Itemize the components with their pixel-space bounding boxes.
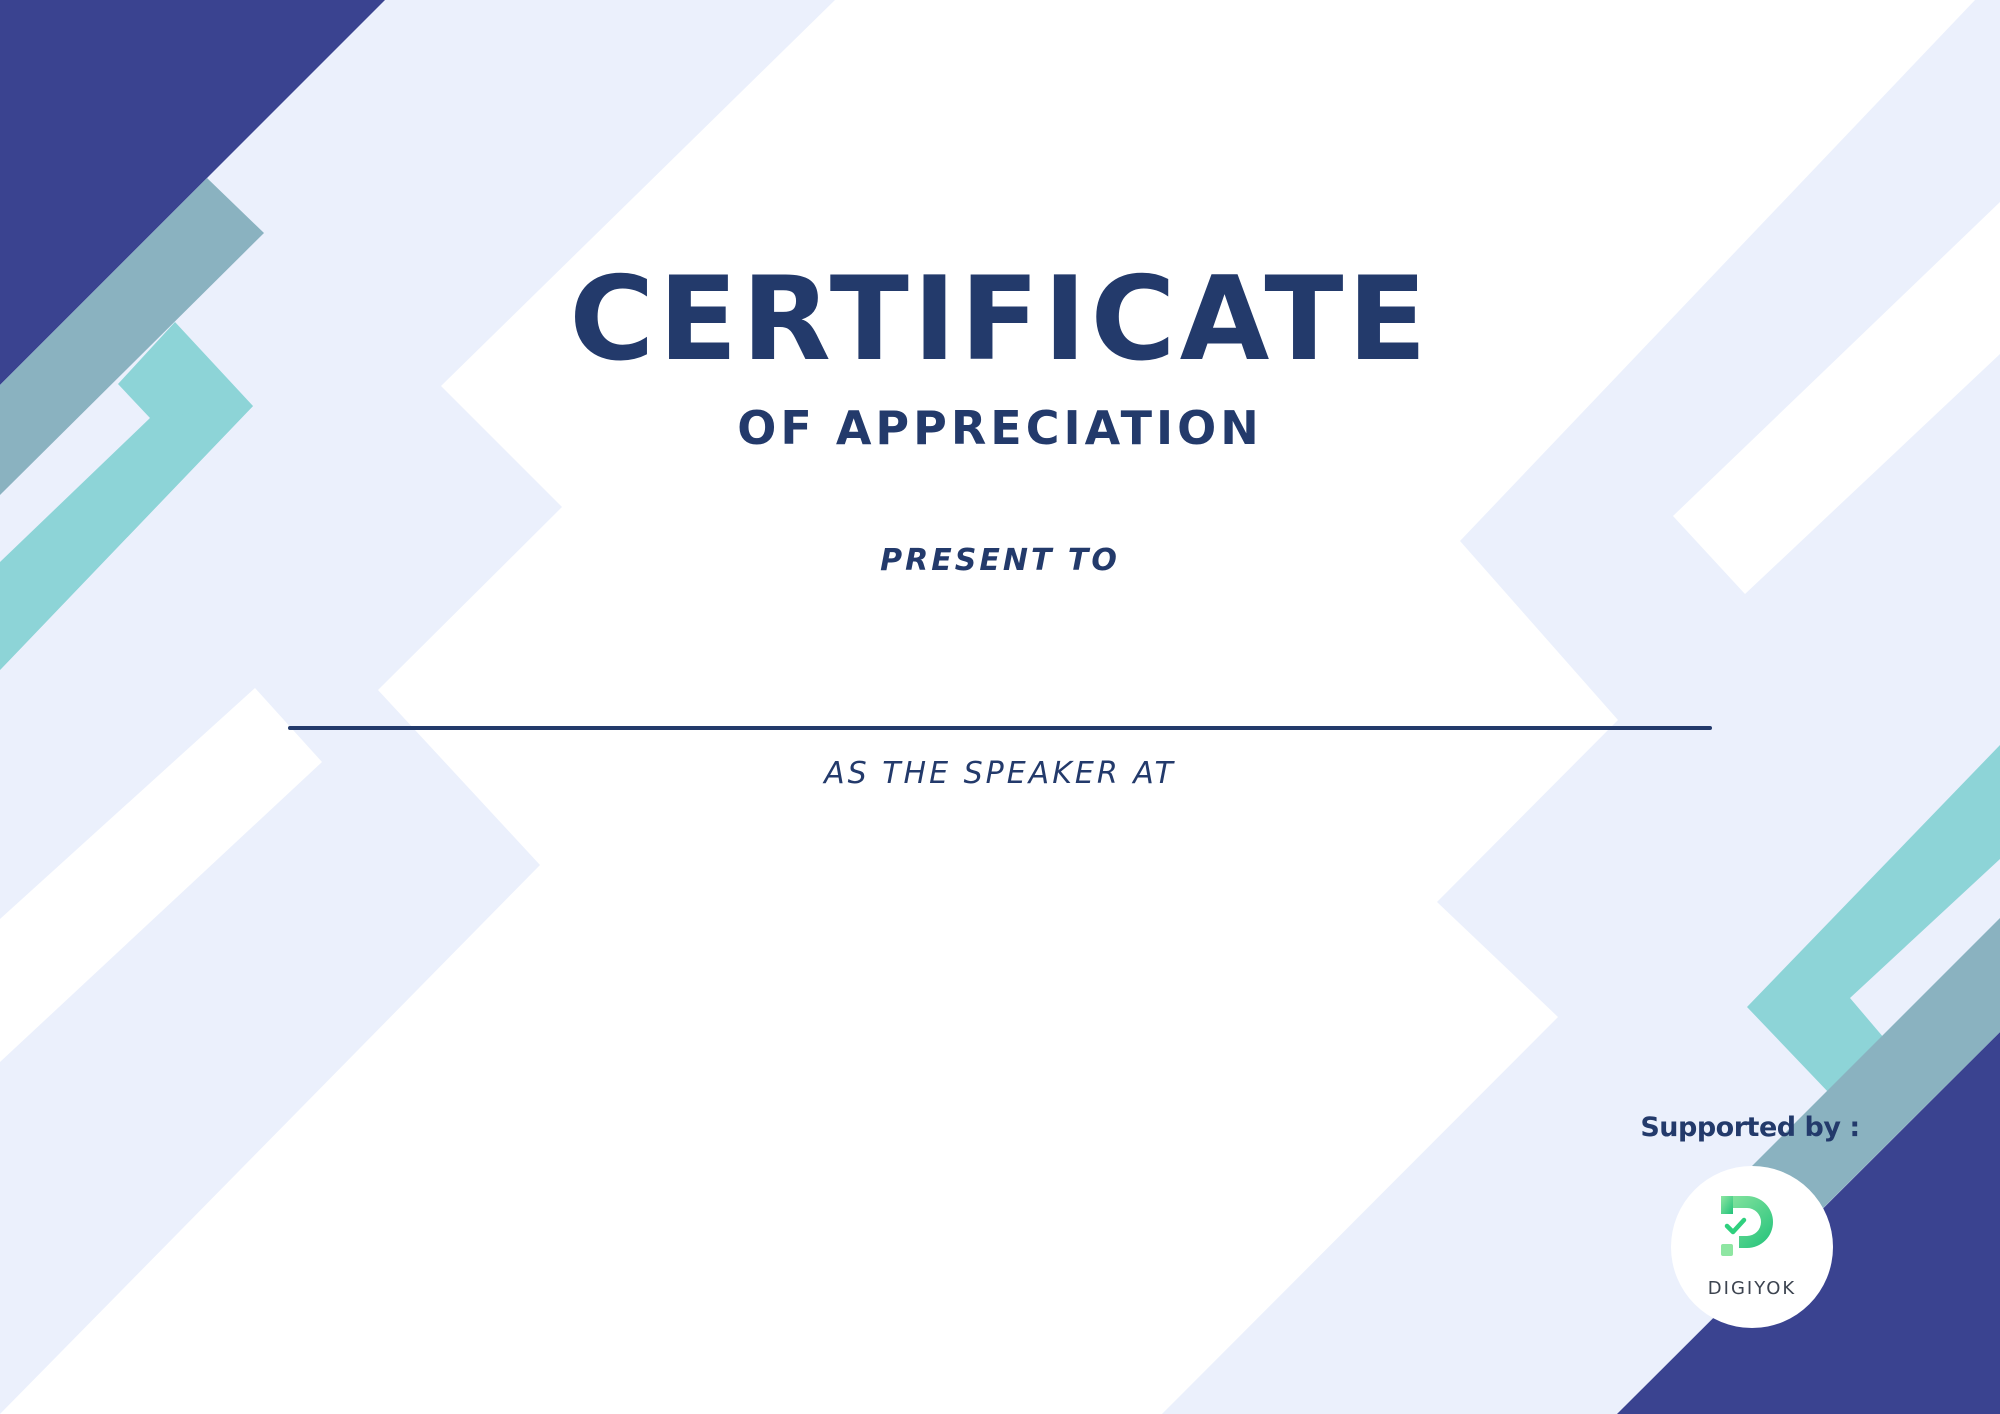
- sponsor-logo: DIGIYOK: [1671, 1166, 1833, 1328]
- digiyok-logo-icon: [1721, 1196, 1773, 1256]
- certificate-subtitle: OF APPRECIATION: [737, 401, 1263, 455]
- certificate-title: CERTIFICATE: [569, 252, 1431, 387]
- speaker-at-label: AS THE SPEAKER AT: [824, 756, 1176, 791]
- sponsor-logo-text: DIGIYOK: [1707, 1278, 1797, 1299]
- certificate-page: CERTIFICATE OF APPRECIATION PRESENT TO A…: [0, 0, 2000, 1414]
- supported-by-label: Supported by :: [1640, 1112, 1860, 1143]
- present-to-label: PRESENT TO: [880, 543, 1120, 578]
- recipient-name-line: [288, 726, 1712, 730]
